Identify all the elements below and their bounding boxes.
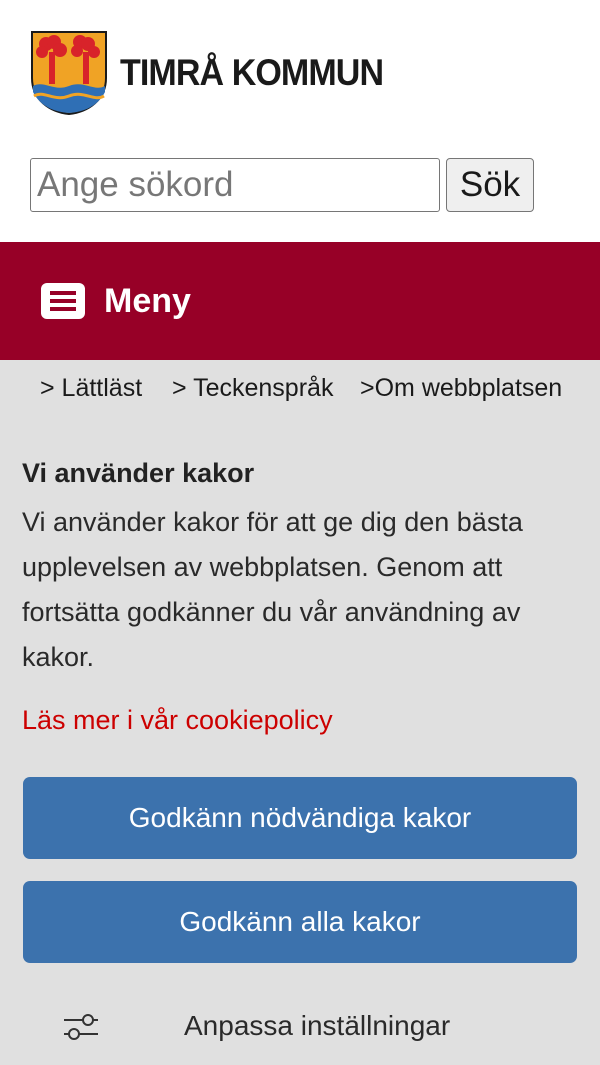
menu-button[interactable]: Meny xyxy=(0,242,600,360)
cookie-policy-link[interactable]: Läs mer i vår cookiepolicy xyxy=(22,705,333,736)
customize-settings-label: Anpassa inställningar xyxy=(184,1010,451,1041)
list-icon xyxy=(41,283,85,319)
quicklink-sign-language[interactable]: > Teckenspråk xyxy=(172,374,333,403)
customize-settings-button[interactable]: Anpassa inställningar xyxy=(0,1000,600,1056)
quicklink-easy-read[interactable]: > Lättläst xyxy=(40,374,142,403)
site-logo[interactable]: TIMRÅ KOMMUN xyxy=(30,30,406,116)
quicklink-about-site[interactable]: >Om webbplatsen xyxy=(360,374,562,403)
accept-all-cookies-button[interactable]: Godkänn alla kakor xyxy=(23,881,577,963)
timra-coat-of-arms-icon xyxy=(31,31,107,116)
accept-necessary-cookies-button[interactable]: Godkänn nödvändiga kakor xyxy=(23,777,577,859)
sliders-icon xyxy=(64,1014,98,1040)
search-button[interactable]: Sök xyxy=(446,158,534,212)
search-input[interactable] xyxy=(30,158,440,212)
menu-label: Meny xyxy=(104,281,191,320)
site-logo-text: TIMRÅ KOMMUN xyxy=(120,52,384,93)
site-header: TIMRÅ KOMMUN Sök xyxy=(0,0,600,242)
quicklinks: > Lättläst > Teckenspråk >Om webbplatsen xyxy=(0,374,600,406)
cookie-banner-title: Vi använder kakor xyxy=(22,458,255,488)
cookie-banner-text: Vi använder kakor för att ge dig den bäs… xyxy=(22,507,523,672)
